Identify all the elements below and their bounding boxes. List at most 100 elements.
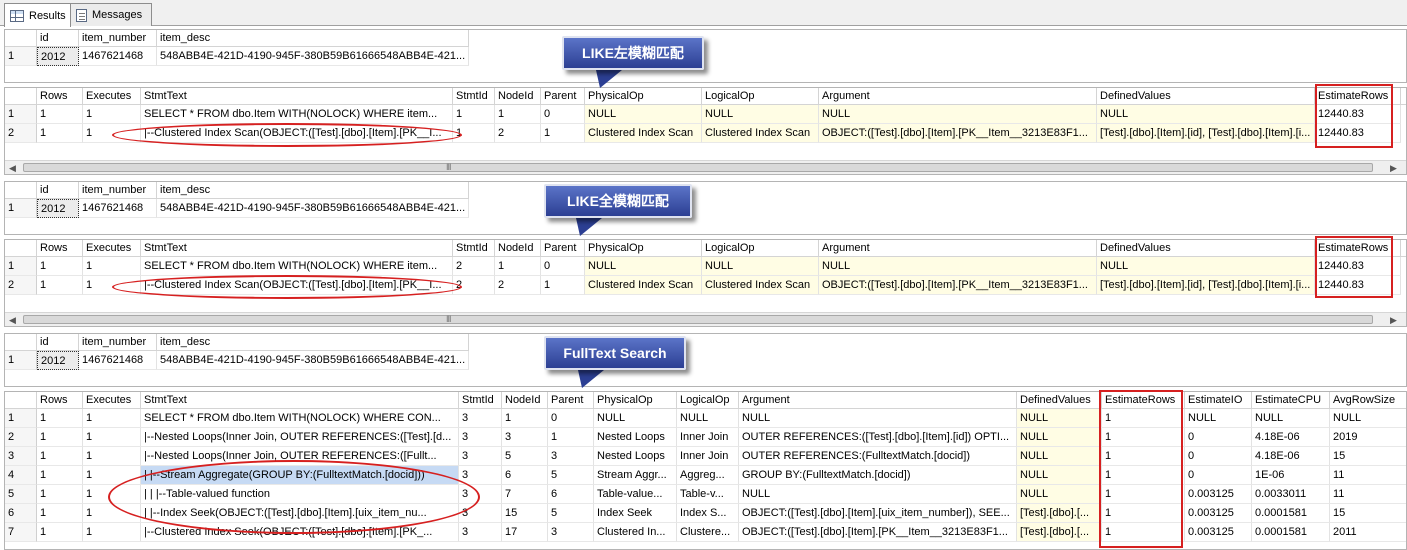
cell-estimaterows[interactable]: 1 <box>1102 409 1185 428</box>
cell-estimateio[interactable]: 0 <box>1185 428 1252 447</box>
column-header-physicalop[interactable]: PhysicalOp <box>585 240 702 257</box>
cell-logicalop[interactable]: Aggreg... <box>677 466 739 485</box>
cell-estimaterows[interactable]: 1 <box>1102 485 1185 504</box>
cell-logicalop[interactable]: Table-v... <box>677 485 739 504</box>
cell-stmtid[interactable]: 2 <box>453 257 495 276</box>
column-header-stmttext[interactable]: StmtText <box>141 392 459 409</box>
scroll-left-icon[interactable]: ◀ <box>9 163 16 174</box>
cell-argument[interactable]: OBJECT:([Test].[dbo].[Item].[uix_item_nu… <box>739 504 1017 523</box>
cell-stmttext[interactable]: |--Clustered Index Scan(OBJECT:([Test].[… <box>141 276 453 295</box>
cell-rows[interactable]: 1 <box>37 447 83 466</box>
column-header-parent[interactable]: Parent <box>548 392 594 409</box>
cell-stmtid[interactable]: 3 <box>459 447 502 466</box>
cell-stmtid[interactable]: 3 <box>459 504 502 523</box>
cell-stmtid[interactable]: 3 <box>459 523 502 542</box>
cell-estimaterows[interactable]: 1 <box>1102 428 1185 447</box>
table-row[interactable]: 1 1 1 SELECT * FROM dbo.Item WITH(NOLOCK) W… <box>5 105 1406 124</box>
cell-logicalop[interactable]: NULL <box>702 105 819 124</box>
cell-item-desc[interactable]: 548ABB4E-421D-4190-945F-380B59B61666548A… <box>157 199 469 218</box>
corner-cell[interactable] <box>5 88 37 105</box>
cell-executes[interactable]: 1 <box>83 466 141 485</box>
column-header-physicalop[interactable]: PhysicalOp <box>594 392 677 409</box>
cell-definedvalues[interactable]: NULL <box>1017 428 1102 447</box>
column-header-estimaterows[interactable]: EstimateRows <box>1315 240 1401 257</box>
cell-stmtid[interactable]: 3 <box>459 466 502 485</box>
column-header-logicalop[interactable]: LogicalOp <box>702 88 819 105</box>
cell-definedvalues[interactable]: [Test].[dbo].[... <box>1017 504 1102 523</box>
cell-argument[interactable]: NULL <box>819 257 1097 276</box>
corner-cell[interactable] <box>5 182 37 199</box>
column-header-nodeid[interactable]: NodeId <box>495 240 541 257</box>
column-header-item-number[interactable]: item_number <box>79 334 157 351</box>
cell-stmtid[interactable]: 1 <box>453 105 495 124</box>
column-header-rows[interactable]: Rows <box>37 392 83 409</box>
cell-definedvalues[interactable]: [Test].[dbo].[... <box>1017 523 1102 542</box>
column-header-estimatecpu[interactable]: EstimateCPU <box>1252 392 1330 409</box>
column-header-avgrowsize[interactable]: AvgRowSize <box>1330 392 1406 409</box>
table-row[interactable]: 1 2012 1467621468 548ABB4E-421D-4190-945F-3… <box>5 47 1406 66</box>
cell-id[interactable]: 2012 <box>37 351 79 370</box>
cell-id[interactable]: 2012 <box>37 47 79 66</box>
cell-logicalop[interactable]: Clustered Index Scan <box>702 276 819 295</box>
cell-nodeid[interactable]: 1 <box>502 409 548 428</box>
cell-estimaterows[interactable]: 1 <box>1102 447 1185 466</box>
cell-estimaterows[interactable]: 12440.83 <box>1315 257 1401 276</box>
column-header-definedvalues[interactable]: DefinedValues <box>1097 240 1315 257</box>
cell-physicalop[interactable]: Clustered Index Scan <box>585 276 702 295</box>
cell-avgrowsize[interactable]: 11 <box>1330 485 1406 504</box>
cell-parent[interactable]: 5 <box>548 504 594 523</box>
cell-estimaterows[interactable]: 1 <box>1102 523 1185 542</box>
cell-nodeid[interactable]: 6 <box>502 466 548 485</box>
row-number[interactable]: 6 <box>5 504 37 523</box>
cell-estimatecpu[interactable]: NULL <box>1252 409 1330 428</box>
cell-physicalop[interactable]: NULL <box>594 409 677 428</box>
cell-parent[interactable]: 6 <box>548 485 594 504</box>
scroll-thumb[interactable]: III <box>23 314 1373 324</box>
cell-executes[interactable]: 1 <box>83 257 141 276</box>
cell-estimateio[interactable]: 0.003125 <box>1185 485 1252 504</box>
cell-physicalop[interactable]: Clustered In... <box>594 523 677 542</box>
row-number[interactable]: 7 <box>5 523 37 542</box>
table-row[interactable]: 2 1 1 |--Nested Loops(Inner Join, OUTER REF… <box>5 428 1406 447</box>
row-number[interactable]: 1 <box>5 351 37 370</box>
cell-logicalop[interactable]: Clustere... <box>677 523 739 542</box>
cell-logicalop[interactable]: Clustered Index Scan <box>702 124 819 143</box>
cell-stmttext[interactable]: |--Clustered Index Seek(OBJECT:([Test].[… <box>141 523 459 542</box>
cell-executes[interactable]: 1 <box>83 523 141 542</box>
cell-logicalop[interactable]: Inner Join <box>677 428 739 447</box>
cell-stmtid[interactable]: 3 <box>459 428 502 447</box>
cell-definedvalues[interactable]: NULL <box>1097 257 1315 276</box>
cell-nodeid[interactable]: 7 <box>502 485 548 504</box>
cell-nodeid[interactable]: 5 <box>502 447 548 466</box>
table-row[interactable]: 1 1 1 SELECT * FROM dbo.Item WITH(NOLOCK) W… <box>5 257 1406 276</box>
scroll-thumb[interactable]: III <box>23 162 1373 172</box>
cell-parent[interactable]: 1 <box>541 124 585 143</box>
cell-avgrowsize[interactable]: 2019 <box>1330 428 1406 447</box>
cell-logicalop[interactable]: Inner Join <box>677 447 739 466</box>
table-row[interactable]: 1 2012 1467621468 548ABB4E-421D-4190-945F-3… <box>5 351 1406 370</box>
cell-stmttext[interactable]: SELECT * FROM dbo.Item WITH(NOLOCK) WHER… <box>141 409 459 428</box>
cell-nodeid[interactable]: 1 <box>495 105 541 124</box>
cell-estimatecpu[interactable]: 0.0001581 <box>1252 504 1330 523</box>
cell-executes[interactable]: 1 <box>83 409 141 428</box>
cell-estimateio[interactable]: 0 <box>1185 447 1252 466</box>
cell-estimatecpu[interactable]: 0.0033011 <box>1252 485 1330 504</box>
column-header-estimaterows[interactable]: EstimateRows <box>1102 392 1185 409</box>
cell-logicalop[interactable]: NULL <box>677 409 739 428</box>
tab-results[interactable]: Results <box>4 3 71 27</box>
cell-estimateio[interactable]: NULL <box>1185 409 1252 428</box>
column-header-nodeid[interactable]: NodeId <box>495 88 541 105</box>
cell-stmttext[interactable]: | |--Stream Aggregate(GROUP BY:(Fulltext… <box>141 466 459 485</box>
cell-argument[interactable]: NULL <box>739 409 1017 428</box>
column-header-executes[interactable]: Executes <box>83 392 141 409</box>
row-number[interactable]: 2 <box>5 124 37 143</box>
cell-executes[interactable]: 1 <box>83 124 141 143</box>
row-number[interactable]: 1 <box>5 257 37 276</box>
cell-nodeid[interactable]: 17 <box>502 523 548 542</box>
cell-stmtid[interactable]: 2 <box>453 276 495 295</box>
column-header-definedvalues[interactable]: DefinedValues <box>1017 392 1102 409</box>
cell-executes[interactable]: 1 <box>83 447 141 466</box>
cell-item-number[interactable]: 1467621468 <box>79 47 157 66</box>
cell-avgrowsize[interactable]: 11 <box>1330 466 1406 485</box>
column-header-parent[interactable]: Parent <box>541 240 585 257</box>
